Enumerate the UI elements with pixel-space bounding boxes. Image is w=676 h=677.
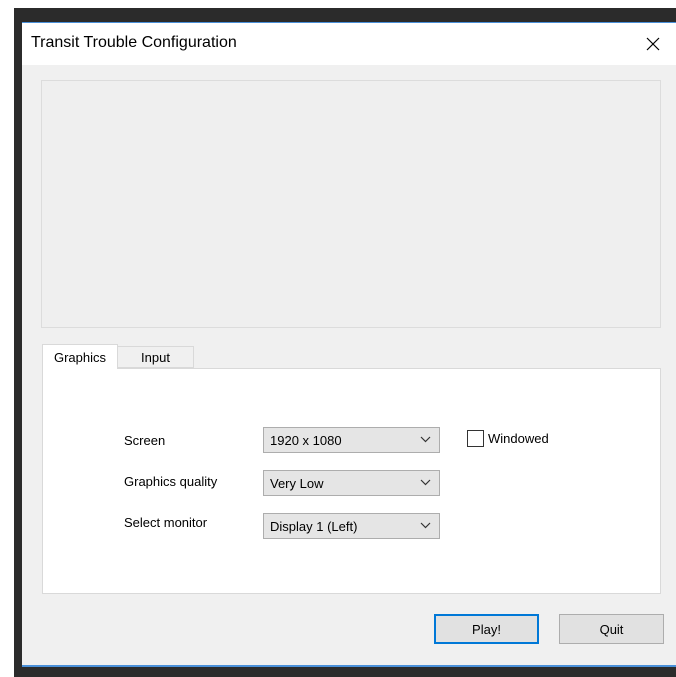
graphics-quality-label: Graphics quality	[124, 474, 218, 489]
tab-input-label: Input	[141, 349, 170, 365]
graphics-quality-select[interactable]: Very Low	[263, 470, 440, 496]
window-bottom-border	[22, 665, 676, 667]
quit-button[interactable]: Quit	[559, 614, 664, 644]
windowed-label: Windowed	[488, 430, 549, 446]
play-button[interactable]: Play!	[434, 614, 539, 644]
tab-input[interactable]: Input	[118, 346, 194, 368]
tab-graphics[interactable]: Graphics	[42, 344, 118, 369]
banner-image-area	[41, 80, 661, 328]
screen-background: Transit Trouble Configuration Graphics I…	[0, 0, 676, 677]
window-title: Transit Trouble Configuration	[31, 34, 237, 51]
config-dialog: Transit Trouble Configuration Graphics I…	[22, 22, 676, 667]
windowed-checkbox-box[interactable]	[467, 429, 484, 447]
select-monitor-label: Select monitor	[124, 515, 208, 530]
tab-graphics-label: Graphics	[53, 349, 107, 365]
chevron-down-icon	[420, 479, 431, 486]
chevron-down-icon	[420, 522, 431, 529]
screen-resolution-value: 1920 x 1080	[270, 433, 342, 448]
title-bar[interactable]: Transit Trouble Configuration	[22, 23, 676, 65]
select-monitor-value: Display 1 (Left)	[270, 519, 358, 534]
windowed-checkbox[interactable]: Windowed	[467, 428, 549, 448]
screen-label: Screen	[124, 433, 166, 448]
graphics-quality-value: Very Low	[270, 476, 324, 491]
close-icon	[646, 37, 660, 51]
close-button[interactable]	[630, 23, 676, 65]
desktop-edge-left	[14, 8, 22, 677]
screen-resolution-select[interactable]: 1920 x 1080	[263, 427, 440, 453]
select-monitor-select[interactable]: Display 1 (Left)	[263, 513, 440, 539]
desktop-edge-bottom	[14, 667, 676, 677]
desktop-edge-top	[14, 8, 676, 22]
chevron-down-icon	[420, 436, 431, 443]
